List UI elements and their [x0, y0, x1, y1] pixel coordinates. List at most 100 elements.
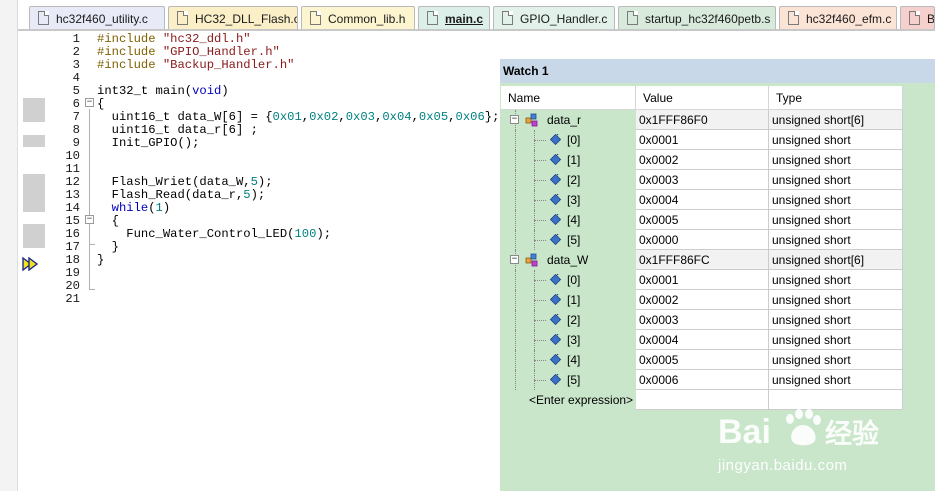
- c-file-icon: [502, 11, 513, 25]
- watch-value-cell[interactable]: 0x0005: [636, 210, 769, 230]
- column-header-type[interactable]: Type: [769, 86, 903, 110]
- element-index: [3]: [567, 193, 581, 207]
- watch-name-cell[interactable]: [4]: [501, 350, 636, 370]
- watch-element-row[interactable]: [0] 0x0001 unsigned short: [501, 270, 903, 290]
- watch-name-cell[interactable]: [2]: [501, 310, 636, 330]
- tab-main-c[interactable]: main.c: [418, 6, 490, 30]
- watch-name-cell[interactable]: <Enter expression>: [501, 390, 636, 410]
- fold-toggle-while[interactable]: −: [85, 215, 94, 224]
- code-token: );: [250, 188, 266, 202]
- watch-name-cell[interactable]: − data_r: [501, 110, 636, 130]
- watch-value-cell[interactable]: 0x0001: [636, 270, 769, 290]
- watch-name-cell[interactable]: [0]: [501, 270, 636, 290]
- watch-name-cell[interactable]: [4]: [501, 210, 636, 230]
- tree-guide: [534, 300, 546, 301]
- c-file-icon: [909, 11, 920, 25]
- column-header-name[interactable]: Name: [501, 86, 636, 110]
- tree-guide: [534, 360, 546, 361]
- watch-value-cell[interactable]: 0x0003: [636, 310, 769, 330]
- watch-element-row[interactable]: [1] 0x0002 unsigned short: [501, 290, 903, 310]
- element-index: [4]: [567, 353, 581, 367]
- watch-element-row[interactable]: [0] 0x0001 unsigned short: [501, 130, 903, 150]
- watch-name-cell[interactable]: [0]: [501, 130, 636, 150]
- tab-hc32f460-utility[interactable]: hc32f460_utility.c: [29, 6, 165, 30]
- tab-hc32f460-efm[interactable]: hc32f460_efm.c: [779, 6, 897, 30]
- code-token: Flash_Wriet(data_W,: [97, 175, 251, 189]
- tab-common-lib[interactable]: Common_lib.h: [301, 6, 415, 30]
- code-token: };: [484, 110, 500, 124]
- watch-element-row[interactable]: [2] 0x0003 unsigned short: [501, 170, 903, 190]
- code-line: int32_t main(void): [97, 85, 229, 98]
- tab-label: GPIO_Handler.c: [520, 12, 608, 26]
- tab-backup-handler-partial[interactable]: Ba: [900, 6, 935, 30]
- watch-value-cell[interactable]: 0x0003: [636, 170, 769, 190]
- watermark-url: jingyan.baidu.com: [718, 457, 848, 474]
- code-editor[interactable]: 1 #include "hc32_ddl.h" 2 #include "GPIO_Ha…: [48, 33, 500, 491]
- watch-variable-row[interactable]: − data_W 0x1FFF86FC unsigned short[6]: [501, 250, 903, 270]
- collapse-toggle[interactable]: −: [510, 115, 519, 124]
- c-file-icon: [788, 11, 799, 25]
- code-token: {: [97, 97, 105, 111]
- code-token: ,: [411, 110, 419, 124]
- watch-value-cell[interactable]: 0x0000: [636, 230, 769, 250]
- watch-element-row[interactable]: [4] 0x0005 unsigned short: [501, 350, 903, 370]
- element-diamond-icon: [550, 314, 561, 325]
- watch-name-cell[interactable]: [1]: [501, 150, 636, 170]
- code-token: 0x05: [418, 110, 449, 124]
- watch-value-cell[interactable]: 0x0006: [636, 370, 769, 390]
- element-index: [2]: [567, 313, 581, 327]
- editor-gutter[interactable]: [18, 33, 48, 491]
- watch-name-cell[interactable]: [5]: [501, 230, 636, 250]
- watch-value-cell[interactable]: 0x1FFF86F0: [636, 110, 769, 130]
- enter-expression-label[interactable]: <Enter expression>: [529, 390, 633, 410]
- watch-value-cell[interactable]: 0x0002: [636, 150, 769, 170]
- tree-guide: [515, 310, 516, 330]
- watch-variable-row[interactable]: − data_r 0x1FFF86F0 unsigned short[6]: [501, 110, 903, 130]
- tree-guide: [534, 380, 546, 381]
- collapse-toggle[interactable]: −: [510, 255, 519, 264]
- code-token: 5: [250, 175, 258, 189]
- watch-element-row[interactable]: [1] 0x0002 unsigned short: [501, 150, 903, 170]
- watch-value-cell[interactable]: 0x0004: [636, 330, 769, 350]
- watch-element-row[interactable]: [5] 0x0006 unsigned short: [501, 370, 903, 390]
- watch-type-cell: unsigned short: [769, 290, 903, 310]
- tree-guide: [534, 220, 546, 221]
- element-index: [1]: [567, 293, 581, 307]
- code-token: #include: [97, 45, 163, 59]
- watch-value-cell[interactable]: 0x1FFF86FC: [636, 250, 769, 270]
- watch-element-row[interactable]: [5] 0x0000 unsigned short: [501, 230, 903, 250]
- tab-hc32-dll-flash[interactable]: HC32_DLL_Flash.c: [168, 6, 298, 30]
- tab-bar-divider: [18, 29, 935, 31]
- tree-guide: [515, 270, 516, 290]
- watch-value-cell[interactable]: 0x0001: [636, 130, 769, 150]
- watch-value-cell[interactable]: 0x0005: [636, 350, 769, 370]
- watch-name-cell[interactable]: [1]: [501, 290, 636, 310]
- tree-guide: [534, 320, 546, 321]
- watch-name-cell[interactable]: [3]: [501, 330, 636, 350]
- tree-guide: [534, 140, 546, 141]
- current-line-arrow-icon: [22, 257, 38, 271]
- watch-name-cell[interactable]: − data_W: [501, 250, 636, 270]
- element-diamond-icon: [550, 194, 561, 205]
- fold-toggle-main[interactable]: −: [85, 98, 94, 107]
- tab-label: main.c: [445, 12, 484, 26]
- column-header-value[interactable]: Value: [636, 86, 769, 110]
- watch-name-cell[interactable]: [2]: [501, 170, 636, 190]
- watch-element-row[interactable]: [2] 0x0003 unsigned short: [501, 310, 903, 330]
- element-diamond-icon: [550, 154, 561, 165]
- watch-value-cell[interactable]: 0x0002: [636, 290, 769, 310]
- tab-gpio-handler[interactable]: GPIO_Handler.c: [493, 6, 615, 30]
- code-token: 100: [294, 227, 317, 241]
- element-diamond-icon: [550, 334, 561, 345]
- watch-element-row[interactable]: [3] 0x0004 unsigned short: [501, 330, 903, 350]
- watch-grid-header: Name Value Type: [501, 86, 903, 110]
- watch-title[interactable]: Watch 1: [500, 59, 935, 83]
- tab-startup-hc32f460petb[interactable]: startup_hc32f460petb.s: [618, 6, 776, 30]
- element-index: [0]: [567, 133, 581, 147]
- watch-name-cell[interactable]: [5]: [501, 370, 636, 390]
- watch-element-row[interactable]: [3] 0x0004 unsigned short: [501, 190, 903, 210]
- watch-value-cell[interactable]: 0x0004: [636, 190, 769, 210]
- watch-element-row[interactable]: [4] 0x0005 unsigned short: [501, 210, 903, 230]
- watch-name-cell[interactable]: [3]: [501, 190, 636, 210]
- variable-name: data_r: [547, 113, 582, 127]
